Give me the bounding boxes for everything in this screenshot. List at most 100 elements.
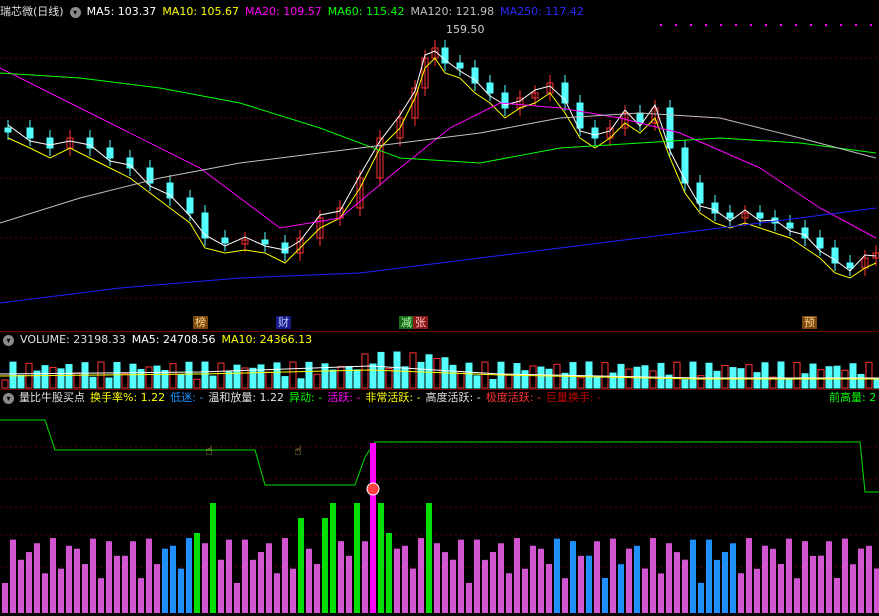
indicator-bar — [402, 545, 408, 613]
candle-body — [26, 127, 34, 139]
signal-dot — [675, 24, 677, 26]
volume-bar — [713, 370, 721, 389]
high-active-value: 高度活跃: - — [425, 391, 481, 404]
red-ball-marker-icon — [366, 482, 380, 496]
indicator-bar — [426, 503, 432, 613]
volume-bar — [161, 369, 169, 389]
indicator-bar — [650, 538, 656, 613]
event-tag-jian[interactable]: 减 — [399, 316, 414, 329]
indicator-bar — [130, 541, 136, 613]
event-tag-yu[interactable]: 预 — [802, 316, 817, 329]
indicator-bar — [514, 538, 520, 613]
hand-cursor-icon: ☝ — [294, 444, 302, 459]
signal-dot — [825, 24, 827, 26]
candle-body — [501, 92, 509, 109]
volume-bar — [145, 366, 153, 389]
indicator-bar — [10, 539, 16, 613]
indicator-bar — [858, 548, 864, 613]
indicator-bar — [66, 545, 72, 613]
candle-body — [636, 112, 644, 124]
volume-value: VOLUME: 23198.33 — [20, 333, 126, 346]
volume-bar — [1, 379, 9, 389]
volume-bar — [593, 377, 601, 389]
indicator-bar — [546, 564, 552, 613]
volume-bar — [609, 372, 617, 389]
volume-bar — [689, 361, 697, 389]
candle-body — [816, 237, 824, 249]
signal-dot — [750, 24, 752, 26]
candle-body — [786, 222, 794, 229]
event-tag-zhang[interactable]: 张 — [413, 316, 428, 329]
volume-bar — [329, 369, 337, 389]
volume-bar — [65, 364, 73, 389]
volume-bar — [305, 361, 313, 389]
volume-bar — [801, 373, 809, 389]
volume-bar — [673, 361, 681, 389]
indicator-bar — [466, 582, 472, 613]
indicator-bar — [618, 564, 624, 613]
volume-bar — [49, 366, 57, 389]
candle-body — [46, 137, 54, 149]
volume-bar — [369, 363, 377, 389]
candle-body — [681, 147, 689, 184]
indicator-bar — [682, 559, 688, 613]
volume-bar — [417, 361, 425, 389]
indicator-bar — [506, 573, 512, 613]
indicator-bar — [666, 543, 672, 613]
indicator-bar — [394, 548, 400, 613]
very-active-value: 非常活跃: - — [365, 391, 421, 404]
volume-bar — [857, 373, 865, 389]
signal-dot — [810, 24, 812, 26]
volume-bar — [849, 363, 857, 389]
volume-bar — [297, 378, 305, 389]
volume-bar — [425, 354, 433, 389]
volume-bar — [121, 373, 129, 389]
volume-bar — [545, 368, 553, 389]
volume-chart[interactable] — [0, 348, 879, 390]
indicator-bar — [458, 539, 464, 613]
indicator-bar — [826, 541, 832, 613]
candle-body — [4, 127, 12, 133]
candle-body — [166, 182, 174, 199]
collapse-circle-icon[interactable]: ▾ — [3, 334, 14, 346]
indicator-bar — [474, 539, 480, 613]
volume-bar — [257, 364, 265, 389]
candle-body — [726, 212, 734, 219]
candle-body — [831, 247, 839, 264]
indicator-bar — [490, 551, 496, 613]
price-chart[interactable] — [0, 18, 879, 332]
indicator-bar — [146, 538, 152, 613]
collapse-circle-icon[interactable]: ▾ — [69, 6, 81, 18]
volume-bar — [409, 352, 417, 389]
signal-dot — [705, 24, 707, 26]
indicator-bar — [2, 583, 8, 613]
signal-dot — [870, 24, 872, 26]
indicator-bar — [346, 555, 352, 613]
volume-bar — [449, 364, 457, 389]
volume-bar — [473, 375, 481, 389]
indicator-bar — [322, 518, 328, 613]
volume-bar — [153, 365, 161, 389]
indicator-bar — [538, 548, 544, 613]
volume-bar — [505, 374, 513, 389]
indicator-bar — [378, 503, 384, 613]
collapse-circle-icon[interactable]: ▾ — [3, 392, 14, 404]
volume-bar — [481, 361, 489, 389]
volume-bar — [833, 365, 841, 389]
volume-bar — [201, 361, 209, 389]
signal-dot — [690, 24, 692, 26]
event-tag-bang[interactable]: 榜 — [193, 316, 208, 329]
volume-bar — [185, 361, 193, 389]
indicator-bar — [98, 578, 104, 613]
volume-bar — [313, 373, 321, 389]
indicator-chart[interactable] — [0, 407, 879, 615]
prev-high-value: 前高量: 2 — [829, 391, 877, 404]
indicator-bar — [26, 552, 32, 613]
volume-ma10: MA10: 24366.13 — [221, 333, 313, 346]
indicator-bar — [370, 443, 376, 613]
indicator-bar — [266, 543, 272, 613]
event-tag-cai[interactable]: 财 — [276, 316, 291, 329]
signal-dot — [660, 24, 662, 26]
indicator-bar — [594, 541, 600, 613]
volume-bar — [17, 374, 25, 389]
